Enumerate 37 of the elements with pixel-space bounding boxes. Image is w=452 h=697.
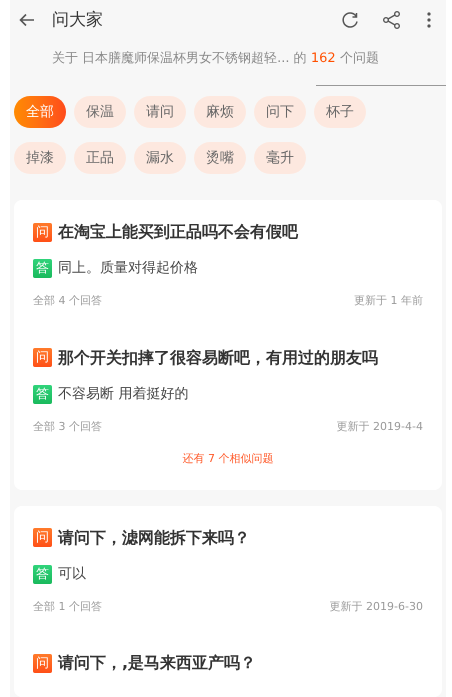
answer-count[interactable]: 全部 3 个回答 xyxy=(33,418,102,435)
similar-questions-link[interactable]: 还有 7 个相似问题 xyxy=(182,451,274,468)
question-text[interactable]: 那个开关扣摔了很容易断吧，有用过的朋友吗 xyxy=(58,346,378,370)
answer-badge: 答 xyxy=(33,564,52,584)
update-time: 更新于 1 年前 xyxy=(354,293,423,309)
more-icon[interactable] xyxy=(426,11,432,30)
tag-chip[interactable]: 请问 xyxy=(134,96,186,128)
tag-chip[interactable]: 正品 xyxy=(74,142,126,174)
tag-chip[interactable]: 全部 xyxy=(14,96,66,128)
refresh-icon[interactable] xyxy=(340,10,360,30)
tag-chip[interactable]: 毫升 xyxy=(254,142,306,174)
question-summary: 关于 日本膳魔师保温杯男女不锈钢超轻... 的 162 个问题 xyxy=(51,50,380,68)
tag-chip[interactable]: 保温 xyxy=(74,96,126,128)
answer-badge: 答 xyxy=(33,384,52,404)
update-time: 更新于 2019-6-30 xyxy=(330,598,423,614)
answer-count[interactable]: 全部 1 个回答 xyxy=(33,598,102,615)
page-title: 问大家 xyxy=(52,8,103,32)
question-text[interactable]: 在淘宝上能买到正品吗不会有假吧 xyxy=(58,220,298,244)
tag-chip[interactable]: 杯子 xyxy=(314,96,366,128)
answer-count[interactable]: 全部 4 个回答 xyxy=(33,293,102,310)
question-text[interactable]: 请问下，滤网能拆下来吗？ xyxy=(58,526,250,550)
question-badge: 问 xyxy=(33,222,52,242)
answer-badge: 答 xyxy=(33,259,52,278)
question-badge: 问 xyxy=(33,654,52,672)
question-badge: 问 xyxy=(33,348,52,367)
answer-text: 可以 xyxy=(58,564,86,584)
share-icon[interactable] xyxy=(382,10,402,30)
tag-chip[interactable]: 烫嘴 xyxy=(194,142,246,174)
tag-chip[interactable]: 麻烦 xyxy=(194,96,246,128)
tag-chip[interactable]: 问下 xyxy=(254,96,306,128)
tag-chip[interactable]: 漏水 xyxy=(134,142,186,174)
answer-text: 同上。质量对得起价格 xyxy=(58,259,198,278)
answer-text: 不容易断 用着挺好的 xyxy=(58,384,188,404)
question-badge: 问 xyxy=(33,528,52,547)
question-text[interactable]: 请问下，,是马来西亚产吗？ xyxy=(58,651,256,675)
tag-chip[interactable]: 掉漆 xyxy=(14,142,66,174)
update-time: 更新于 2019-4-4 xyxy=(336,418,423,434)
